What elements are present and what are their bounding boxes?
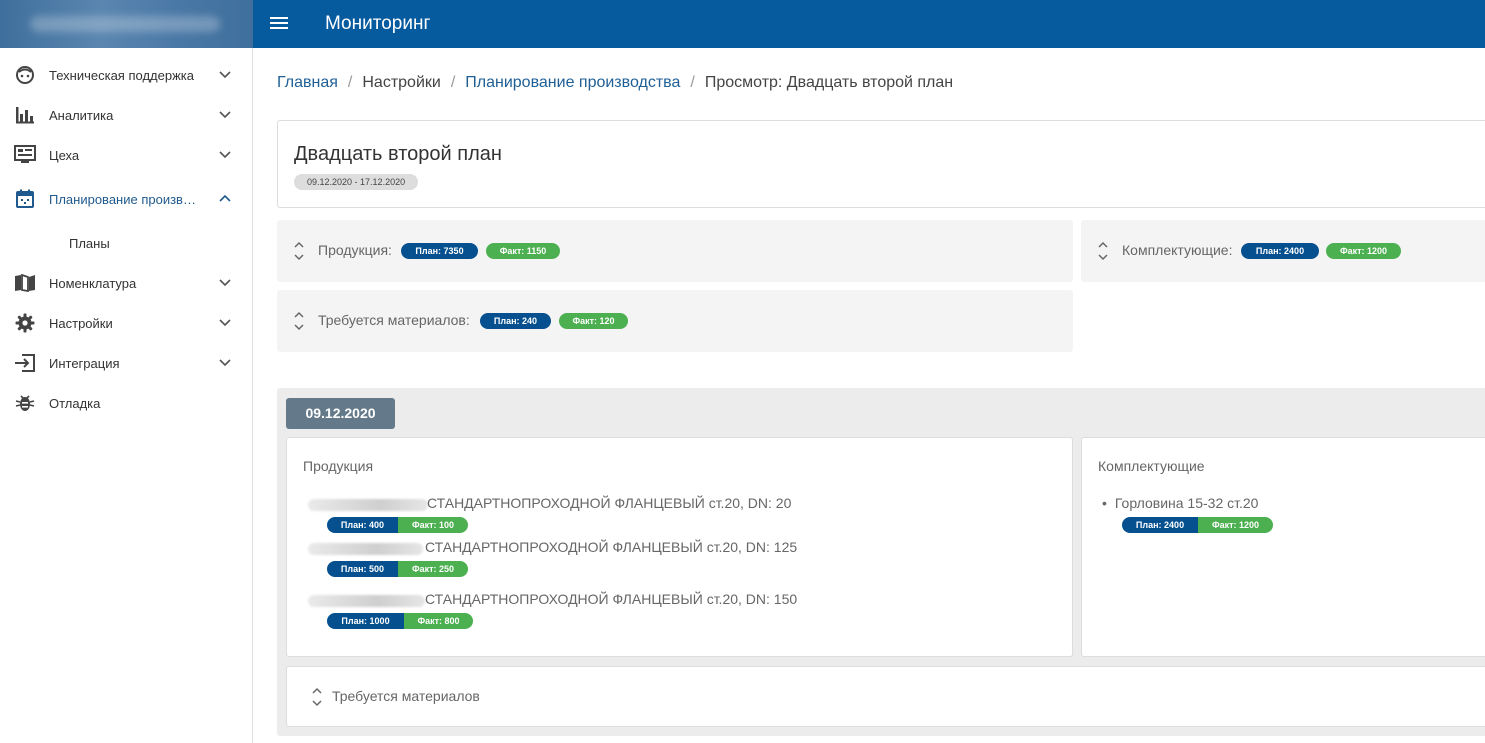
sidebar-subitem-label: Планы [69, 235, 110, 251]
fact-badge: Факт: 1200 [1326, 243, 1401, 259]
page-title: Мониторинг [325, 13, 431, 34]
sidebar-item-debug[interactable]: Отладка [0, 383, 253, 423]
plan-badge: План: 400 [327, 517, 398, 533]
products-summary-label: Продукция: [318, 242, 392, 258]
redacted-text [308, 595, 425, 607]
fact-badge: Факт: 800 [404, 613, 473, 629]
list-item: Горловина 15-32 ст.20 [1102, 495, 1259, 511]
breadcrumb-current: Просмотр: Двадцать второй план [704, 74, 954, 91]
logo[interactable] [0, 0, 253, 48]
plan-header-card: Двадцать второй план 09.12.2020 - 17.12.… [277, 120, 1485, 208]
materials-summary-panel[interactable]: Требуется материалов: План: 240 Факт: 12… [277, 290, 1073, 352]
sidebar-subitem-plans[interactable]: Планы [0, 223, 253, 263]
day-section: 09.12.2020 Продукция СТАНДАРТНОПРОХОДНОЙ… [277, 388, 1485, 736]
products-card-title: Продукция [303, 458, 374, 474]
redacted-text [308, 543, 423, 555]
plan-period-chip: 09.12.2020 - 17.12.2020 [294, 174, 419, 190]
sidebar-item-integration[interactable]: Интеграция [0, 343, 253, 383]
sidebar: Техническая поддержка Аналитика Цеха Пла… [0, 0, 253, 743]
materials-summary-label: Требуется материалов: [318, 312, 470, 328]
chevron-down-icon [219, 111, 231, 119]
breadcrumb: Главная / Настройки / Планирование производс… [277, 74, 954, 91]
monitor-icon [14, 145, 36, 165]
expand-collapse-icon [294, 241, 304, 261]
materials-panel-label: Требуется материалов [332, 688, 480, 704]
plan-fact-bar: План: 400 Факт: 100 [327, 517, 468, 533]
fact-badge: Факт: 250 [398, 561, 468, 577]
plan-fact-bar: План: 500 Факт: 250 [327, 561, 468, 577]
sidebar-item-label: Аналитика [49, 107, 114, 123]
login-arrow-icon [14, 353, 36, 373]
sidebar-item-label: Планирование произв… [49, 191, 196, 207]
sidebar-nav: Техническая поддержка Аналитика Цеха Пла… [0, 55, 253, 423]
support-face-icon [14, 65, 36, 85]
fact-badge: Факт: 1150 [486, 243, 560, 259]
redacted-text [308, 499, 428, 511]
components-summary-panel[interactable]: Комплектующие: План: 2400 Факт: 1200 [1081, 220, 1485, 282]
fact-badge: Факт: 100 [398, 517, 468, 533]
sidebar-item-nomenclature[interactable]: Номенклатура [0, 263, 253, 303]
expand-collapse-icon [294, 311, 304, 331]
expand-collapse-icon [1098, 241, 1108, 261]
plan-badge: План: 1000 [327, 613, 404, 629]
day-components-card: Комплектующие Горловина 15-32 ст.20 План… [1081, 437, 1485, 657]
plan-badge: План: 2400 [1122, 517, 1198, 533]
top-bar: Мониторинг [253, 0, 1485, 48]
sidebar-item-analytics[interactable]: Аналитика [0, 95, 253, 135]
chevron-down-icon [219, 319, 231, 327]
bar-chart-icon [14, 105, 36, 125]
sidebar-item-planning[interactable]: Планирование произв… [0, 175, 253, 223]
breadcrumb-settings: Настройки [362, 74, 441, 91]
sidebar-item-label: Цеха [49, 147, 80, 163]
sidebar-item-label: Настройки [49, 315, 113, 331]
day-products-card: Продукция СТАНДАРТНОПРОХОДНОЙ ФЛАНЦЕВЫЙ … [286, 437, 1073, 657]
plan-fact-bar: План: 1000 Факт: 800 [327, 613, 473, 629]
chevron-down-icon [219, 279, 231, 287]
sidebar-item-workshops[interactable]: Цеха [0, 135, 253, 175]
day-date-badge: 09.12.2020 [286, 398, 395, 429]
plan-badge: План: 500 [327, 561, 398, 577]
book-map-icon [14, 273, 36, 293]
sidebar-item-label: Интеграция [49, 355, 120, 371]
chevron-down-icon [219, 359, 231, 367]
sidebar-item-settings[interactable]: Настройки [0, 303, 253, 343]
product-name: СТАНДАРТНОПРОХОДНОЙ ФЛАНЦЕВЫЙ ст.20, DN:… [427, 495, 792, 511]
breadcrumb-home-link[interactable]: Главная [277, 74, 338, 91]
sidebar-item-label: Номенклатура [49, 275, 137, 291]
plan-badge: План: 7350 [401, 243, 478, 259]
product-name: СТАНДАРТНОПРОХОДНОЙ ФЛАНЦЕВЫЙ ст.20, DN:… [425, 539, 798, 555]
plan-badge: План: 2400 [1241, 243, 1319, 259]
day-materials-panel[interactable]: Требуется материалов [286, 666, 1485, 727]
sidebar-item-label: Отладка [49, 395, 101, 411]
product-name: СТАНДАРТНОПРОХОДНОЙ ФЛАНЦЕВЫЙ ст.20, DN:… [425, 591, 798, 607]
plan-badge: План: 240 [480, 313, 551, 329]
breadcrumb-planning-link[interactable]: Планирование производства [465, 74, 680, 91]
chevron-up-icon [219, 194, 231, 202]
plan-title: Двадцать второй план [294, 143, 502, 165]
components-summary-label: Комплектующие: [1122, 242, 1233, 258]
menu-icon[interactable] [270, 14, 292, 34]
chevron-down-icon [219, 71, 231, 79]
sidebar-item-label: Техническая поддержка [49, 67, 194, 83]
components-card-title: Комплектующие [1098, 458, 1205, 474]
chevron-down-icon [219, 151, 231, 159]
calendar-icon [14, 189, 36, 209]
products-summary-panel[interactable]: Продукция: План: 7350 Факт: 1150 [277, 220, 1073, 282]
bug-icon [14, 393, 36, 413]
fact-badge: Факт: 1200 [1198, 517, 1273, 533]
expand-collapse-icon [312, 687, 322, 707]
sidebar-item-support[interactable]: Техническая поддержка [0, 55, 253, 95]
plan-fact-bar: План: 2400 Факт: 1200 [1122, 517, 1273, 533]
gear-icon [14, 313, 36, 333]
fact-badge: Факт: 120 [559, 313, 628, 329]
